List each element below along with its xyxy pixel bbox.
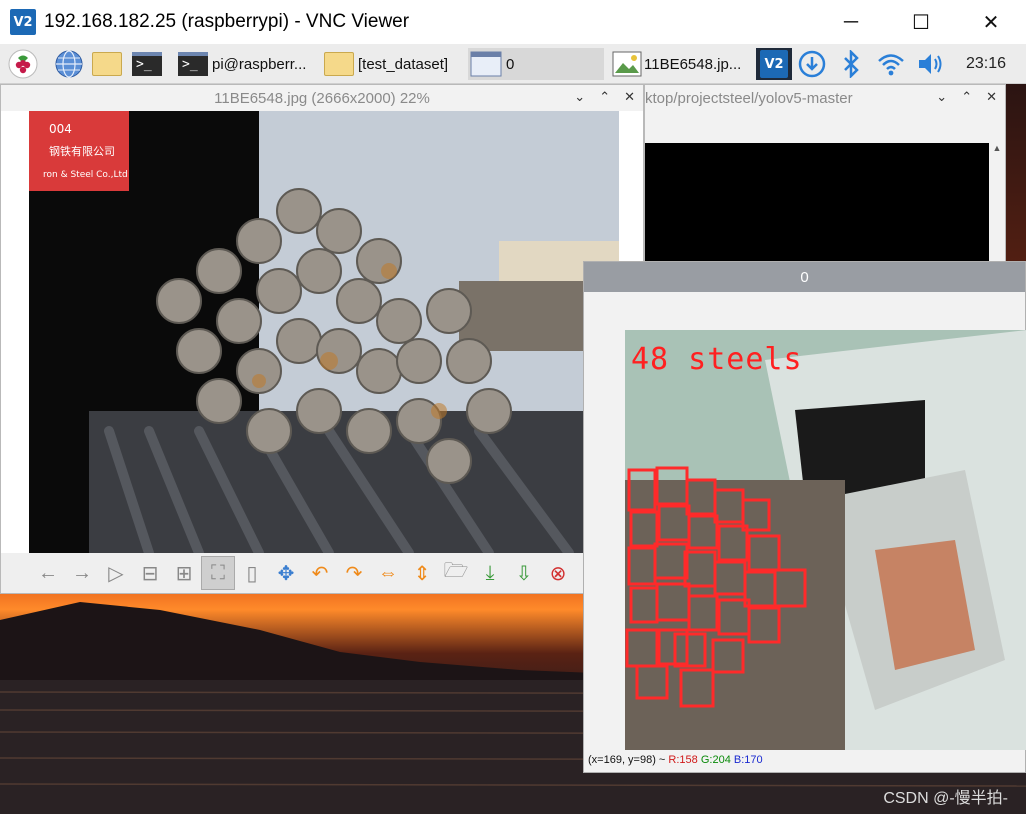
vnc-logo-icon: V2	[10, 9, 36, 35]
screen: V2 192.168.182.25 (raspberrypi) - VNC Vi…	[0, 0, 1026, 814]
viewer-title: 11BE6548.jpg (2666x2000) 22%	[214, 89, 430, 107]
save-file-icon[interactable]: ⤓	[473, 556, 507, 590]
pixel-status-bar: (x=169, y=98) ~ R:158 G:204 B:170	[588, 754, 763, 766]
bluetooth-icon	[844, 50, 859, 78]
cursor-coords: (x=169, y=98) ~	[588, 754, 666, 766]
original-size-icon[interactable]: ▯	[235, 556, 269, 590]
globe-icon	[55, 50, 83, 78]
terminal-window: ktop/projectsteel/yolov5-master ⌄ ⌃ ✕ ▲	[644, 84, 1006, 264]
result-title: 0	[584, 262, 1025, 292]
fullscreen-icon[interactable]: ✥	[269, 556, 303, 590]
download-icon	[798, 50, 826, 78]
tray-vnc[interactable]: V2	[756, 48, 792, 80]
terminal-title: ktop/projectsteel/yolov5-master	[645, 89, 853, 107]
photo-tag-text: 钢铁有限公司	[49, 144, 115, 158]
task-label: 11BE6548.jp...	[644, 55, 742, 73]
terminal-icon: >_	[178, 52, 208, 76]
minimize-icon[interactable]: ⌄	[574, 89, 585, 105]
maximize-icon[interactable]: ⌃	[599, 89, 610, 105]
viewer-toolbar: ← → ▷ ⊟ ⊞ ⛶ ▯ ✥ ↶ ↷ ⇔ ⇕ 🗁 ⤓ ⇩ ⊗ ☰	[1, 553, 643, 593]
camera-illustration	[625, 330, 1026, 750]
steel-rebar-photo: 004 钢铁有限公司 ron & Steel Co.,Ltd	[29, 111, 619, 553]
detection-count-label: 48 steels	[631, 342, 803, 377]
volume-icon	[919, 54, 942, 74]
viewer-titlebar: 11BE6548.jpg (2666x2000) 22% ⌄ ⌃ ✕	[1, 85, 643, 111]
terminal-titlebar: ktop/projectsteel/yolov5-master ⌄ ⌃ ✕	[645, 85, 1005, 111]
back-arrow-icon[interactable]: ←	[31, 556, 65, 590]
task-label: [test_dataset]	[358, 55, 449, 73]
maximize-icon[interactable]: ⌃	[961, 89, 972, 105]
viewer-canvas: 004 钢铁有限公司 ron & Steel Co.,Ltd	[1, 111, 643, 553]
task-window-0[interactable]: 0	[468, 48, 604, 80]
minimize-icon[interactable]: ⌄	[936, 89, 947, 105]
tray-volume[interactable]	[916, 48, 946, 80]
fit-window-icon[interactable]: ⛶	[201, 556, 235, 590]
csdn-watermark: CSDN @-慢半拍-	[883, 790, 1008, 807]
flip-vertical-icon[interactable]: ⇕	[405, 556, 439, 590]
rotate-left-icon[interactable]: ↶	[303, 556, 337, 590]
raspberry-menu-button[interactable]	[8, 48, 38, 80]
terminal-icon: >_	[132, 52, 162, 76]
green-value: G:204	[700, 754, 731, 766]
clock: 23:16	[966, 55, 1007, 72]
raspberry-icon	[8, 49, 38, 79]
taskbar: >_ >_ pi@raspberr... [test_dataset] 0 11…	[0, 44, 1026, 84]
tray-bluetooth[interactable]	[838, 48, 864, 80]
close-icon[interactable]: ✕	[624, 89, 635, 105]
folder-icon	[92, 52, 122, 76]
task-file-manager[interactable]: [test_dataset]	[324, 48, 464, 80]
rebar-illustration: 004 钢铁有限公司 ron & Steel Co.,Ltd	[29, 111, 619, 553]
rotate-right-icon[interactable]: ↷	[337, 556, 371, 590]
red-value: R:158	[668, 754, 698, 766]
image-viewer-window: 11BE6548.jpg (2666x2000) 22% ⌄ ⌃ ✕ 004 钢…	[0, 84, 644, 594]
close-icon[interactable]: ✕	[986, 89, 997, 105]
wifi-icon	[878, 54, 904, 76]
terminal-launcher[interactable]: >_	[132, 48, 162, 80]
window-title: 192.168.182.25 (raspberrypi) - VNC Viewe…	[44, 11, 410, 32]
save-as-icon[interactable]: ⇩	[507, 556, 541, 590]
minimize-button[interactable]: ─	[816, 0, 886, 44]
window-icon	[470, 51, 502, 77]
maximize-button[interactable]: ☐	[886, 0, 956, 44]
forward-arrow-icon[interactable]: →	[65, 556, 99, 590]
file-manager-launcher[interactable]	[92, 48, 122, 80]
close-button[interactable]: ✕	[956, 0, 1026, 44]
folder-icon	[324, 52, 354, 76]
camera-frame[interactable]: 48 steels	[625, 330, 1026, 750]
photo-tag-text: 004	[49, 122, 72, 136]
task-label: 0	[506, 55, 515, 73]
zoom-out-icon[interactable]: ⊟	[133, 556, 167, 590]
detection-result-window: 0 48 steels (x=169, y=98) ~ R:158 G:204 …	[583, 261, 1026, 773]
delete-icon[interactable]: ⊗	[541, 556, 575, 590]
terminal-scrollbar[interactable]: ▲	[989, 143, 1005, 263]
flip-horizontal-icon[interactable]: ⇔	[371, 556, 405, 590]
blue-value: B:170	[733, 754, 763, 766]
vnc-tray-icon: V2	[760, 50, 788, 78]
browser-launcher[interactable]	[54, 48, 84, 80]
terminal-output[interactable]	[645, 143, 989, 263]
open-file-icon[interactable]: 🗁	[439, 556, 473, 590]
slideshow-icon[interactable]: ▷	[99, 556, 133, 590]
tray-updates[interactable]	[798, 48, 826, 80]
photo-tag-text: ron & Steel Co.,Ltd	[43, 170, 128, 180]
task-label: pi@raspberr...	[212, 55, 307, 73]
task-terminal[interactable]: >_ pi@raspberr...	[178, 48, 318, 80]
zoom-in-icon[interactable]: ⊞	[167, 556, 201, 590]
vnc-titlebar: V2 192.168.182.25 (raspberrypi) - VNC Vi…	[0, 0, 1026, 44]
tray-wifi[interactable]	[876, 48, 906, 80]
task-image-viewer[interactable]: 11BE6548.jp...	[612, 48, 752, 80]
image-icon	[612, 51, 642, 77]
